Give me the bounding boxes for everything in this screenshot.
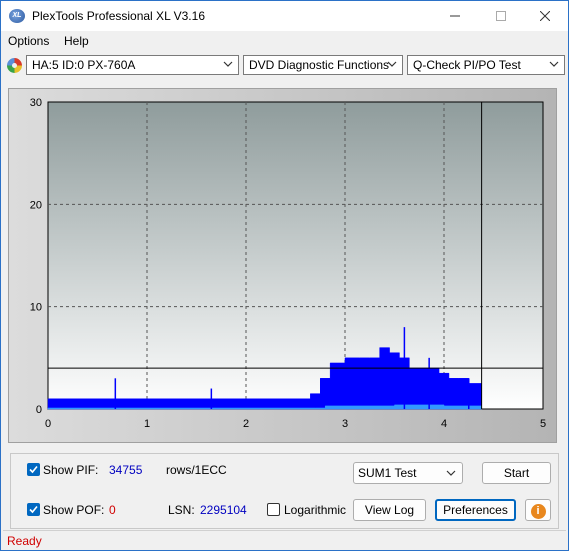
disc-drive-icon [7,58,22,73]
show-pof-label: Show POF: [43,503,105,517]
chevron-down-icon [446,470,456,476]
menu-options-label: Options [8,34,50,48]
logarithmic-checkbox[interactable] [267,503,280,516]
menu-options[interactable]: Options [8,34,49,48]
close-icon [539,10,551,22]
show-pof-checkbox[interactable] [27,503,40,516]
toolbar: HA:5 ID:0 PX-760A DVD Diagnostic Functio… [1,53,568,79]
window-title: PlexTools Professional XL V3.16 [32,9,205,23]
start-button[interactable]: Start [482,462,551,484]
title-bar: XL PlexTools Professional XL V3.16 [1,1,568,31]
chevron-down-icon [387,61,397,67]
maximize-button[interactable] [478,1,524,31]
start-button-label: Start [503,466,530,480]
info-icon: i [530,504,546,519]
show-pif-label: Show PIF: [43,463,99,477]
status-bar: Ready [3,530,566,550]
pi-po-chart: 0 1 2 3 4 5 0 10 20 30 [9,89,556,442]
app-logo-icon: XL [9,9,25,23]
x-tick-label: 3 [342,418,348,430]
test-select-value: Q-Check PI/PO Test [413,58,521,72]
info-button[interactable]: i [525,499,551,521]
minimize-icon [450,15,460,17]
preferences-label: Preferences [443,503,508,517]
x-tick-label: 0 [45,418,51,430]
drive-select[interactable]: HA:5 ID:0 PX-760A [26,55,239,75]
pof-value: 0 [109,503,116,517]
show-pif-checkbox[interactable] [27,463,40,476]
sum-test-select[interactable]: SUM1 Test [353,462,463,484]
pif-unit: rows/1ECC [166,463,227,477]
preferences-button[interactable]: Preferences [435,499,516,521]
controls-panel: Show PIF: 34755 rows/1ECC SUM1 Test Star… [10,453,559,529]
chevron-down-icon [549,61,559,67]
y-tick-label: 30 [30,97,42,109]
function-select-value: DVD Diagnostic Functions [249,58,390,72]
sum-test-value: SUM1 Test [358,466,417,480]
menu-help-label: Help [64,34,89,48]
x-tick-label: 1 [144,418,150,430]
minimize-button[interactable] [432,1,478,31]
y-tick-label: 20 [30,199,42,211]
status-text: Ready [7,534,42,548]
x-tick-label: 2 [243,418,249,430]
chart-panel: 0 1 2 3 4 5 0 10 20 30 [8,88,557,443]
lsn-label: LSN: [168,503,195,517]
pif-value: 34755 [109,463,143,477]
close-button[interactable] [522,1,568,31]
y-tick-label: 10 [30,302,42,314]
logarithmic-label: Logarithmic [284,503,347,517]
x-tick-label: 4 [441,418,447,430]
checkmark-icon [29,465,38,474]
drive-select-value: HA:5 ID:0 PX-760A [32,58,136,72]
plot-area [47,101,544,410]
test-select[interactable]: Q-Check PI/PO Test [407,55,565,75]
menu-help[interactable]: Help [64,34,89,48]
app-window: XL PlexTools Professional XL V3.16 Optio… [0,0,569,551]
y-tick-label: 0 [36,404,42,416]
view-log-button[interactable]: View Log [353,499,426,521]
chevron-down-icon [223,61,233,67]
menu-bar: Options Help [1,32,568,52]
view-log-label: View Log [364,503,415,517]
maximize-icon [496,11,506,21]
function-select[interactable]: DVD Diagnostic Functions [243,55,403,75]
checkmark-icon [29,505,38,514]
lsn-value: 2295104 [200,503,247,517]
x-tick-label: 5 [540,418,546,430]
